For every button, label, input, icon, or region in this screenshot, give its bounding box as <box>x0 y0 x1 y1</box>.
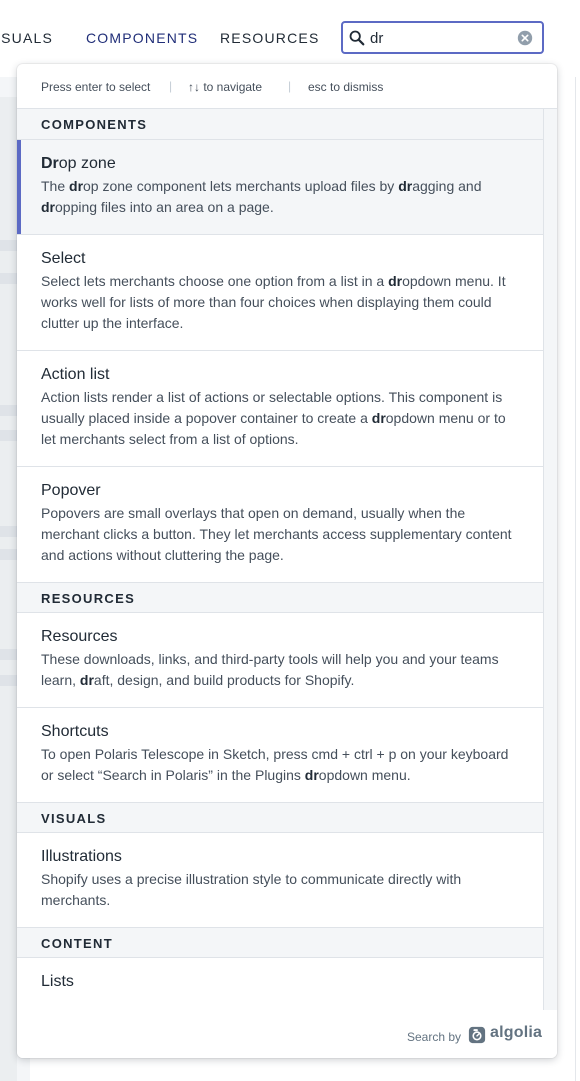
search-box[interactable] <box>341 21 544 54</box>
desc-match: dr <box>69 178 84 194</box>
search-result-title: Action list <box>41 365 523 385</box>
hint-divider: | <box>288 79 292 93</box>
section-header-components: COMPONENTS <box>17 109 543 140</box>
sidebar-stub <box>0 430 17 441</box>
results-scrollbar[interactable] <box>543 109 557 1010</box>
search-result[interactable]: Shortcuts To open Polaris Telescope in Sk… <box>17 708 543 803</box>
search-result-title: Illustrations <box>41 847 523 867</box>
title-text: Lists <box>41 973 74 990</box>
desc-match: dr <box>79 672 94 688</box>
clear-circle-icon[interactable] <box>516 29 534 47</box>
search-result-description: Shopify uses a precise illustration styl… <box>41 869 523 911</box>
section-header-content: CONTENT <box>17 927 543 958</box>
hint-navigate: ↑↓ to navigate <box>188 80 263 94</box>
sidebar-stub <box>0 405 17 416</box>
algolia-wordmark[interactable]: algolia <box>490 1024 542 1042</box>
hint-divider: | <box>169 79 173 93</box>
keyboard-hints: Press enter to select | ↑↓ to navigate |… <box>17 64 557 109</box>
search-results-dropdown: Press enter to select | ↑↓ to navigate |… <box>17 64 557 1058</box>
sidebar-stub <box>0 526 17 537</box>
search-result[interactable]: Drop zone The drop zone component lets me… <box>17 140 543 235</box>
results-list[interactable]: COMPONENTS Drop zone The drop zone compone… <box>17 109 543 1010</box>
desc-match: dr <box>388 273 403 289</box>
desc-text: op zone component lets merchants upload … <box>83 178 399 194</box>
search-result-title: Resources <box>41 627 523 647</box>
search-input[interactable] <box>370 28 510 48</box>
search-result-description: Action lists render a list of actions or… <box>41 387 523 450</box>
search-result[interactable]: Resources These downloads, links, and thi… <box>17 613 543 708</box>
search-result[interactable]: Action list Action lists render a list of… <box>17 351 543 467</box>
desc-text: Popovers are small overlays that open on… <box>41 505 512 563</box>
desc-match: dr <box>41 199 55 215</box>
dropdown-footer: Search by algolia <box>17 1010 557 1058</box>
search-result-title: Drop zone <box>41 154 523 174</box>
search-icon <box>349 30 365 46</box>
search-result[interactable]: Illustrations Shopify uses a precise illu… <box>17 833 543 928</box>
search-result-title: Select <box>41 249 523 269</box>
search-result[interactable]: Lists <box>17 958 543 1010</box>
desc-text: agging and <box>412 178 482 194</box>
sidebar-stub <box>0 675 17 686</box>
nav-link-visuals[interactable]: ISUALS <box>0 30 53 46</box>
title-text: Resources <box>41 628 118 645</box>
sidebar-stub <box>0 240 17 251</box>
hint-dismiss: esc to dismiss <box>308 80 384 94</box>
desc-text: The <box>41 178 70 194</box>
page-scrollbar[interactable] <box>575 77 580 1081</box>
title-text: Select <box>41 250 86 267</box>
title-text: Action list <box>41 366 110 383</box>
search-result-title: Lists <box>41 972 523 992</box>
title-match: Dr <box>41 155 59 172</box>
desc-text: opdown menu. <box>318 767 411 783</box>
desc-match: dr <box>371 410 386 426</box>
section-header-visuals: VISUALS <box>17 802 543 833</box>
title-text: Shortcuts <box>41 723 109 740</box>
left-sidebar-strip <box>0 97 17 1081</box>
search-result[interactable]: Popover Popovers are small overlays that … <box>17 467 543 583</box>
sidebar-stub <box>0 549 17 560</box>
sidebar-stub <box>0 273 17 284</box>
desc-text: Select lets merchants choose one option … <box>41 273 389 289</box>
section-header-resources: RESOURCES <box>17 582 543 613</box>
desc-match: dr <box>304 767 319 783</box>
desc-text: aft, design, and build products for Shop… <box>93 672 355 688</box>
sidebar-stub <box>0 649 17 660</box>
search-result-description: Select lets merchants choose one option … <box>41 271 523 334</box>
desc-text: To open Polaris Telescope in Sketch, pre… <box>41 746 509 783</box>
search-result[interactable]: Select Select lets merchants choose one o… <box>17 235 543 351</box>
title-text: Illustrations <box>41 848 122 865</box>
desc-text: opping files into an area on a page. <box>55 199 274 215</box>
hint-select: Press enter to select <box>41 80 151 94</box>
search-result-description: These downloads, links, and third-party … <box>41 649 523 691</box>
title-text: op zone <box>58 155 116 172</box>
search-result-description: Popovers are small overlays that open on… <box>41 503 523 566</box>
search-by-label: Search by <box>406 1030 461 1044</box>
desc-match: dr <box>398 178 413 194</box>
nav-link-resources[interactable]: RESOURCES <box>220 30 319 46</box>
algolia-logo-icon[interactable] <box>468 1026 486 1044</box>
search-result-description: The drop zone component lets merchants u… <box>41 176 523 218</box>
search-result-title: Shortcuts <box>41 722 523 742</box>
search-result-title: Popover <box>41 481 523 501</box>
search-result-description: To open Polaris Telescope in Sketch, pre… <box>41 744 523 786</box>
nav-link-components[interactable]: COMPONENTS <box>86 30 198 46</box>
title-text: Popover <box>41 482 101 499</box>
desc-text: Shopify uses a precise illustration styl… <box>41 871 462 908</box>
